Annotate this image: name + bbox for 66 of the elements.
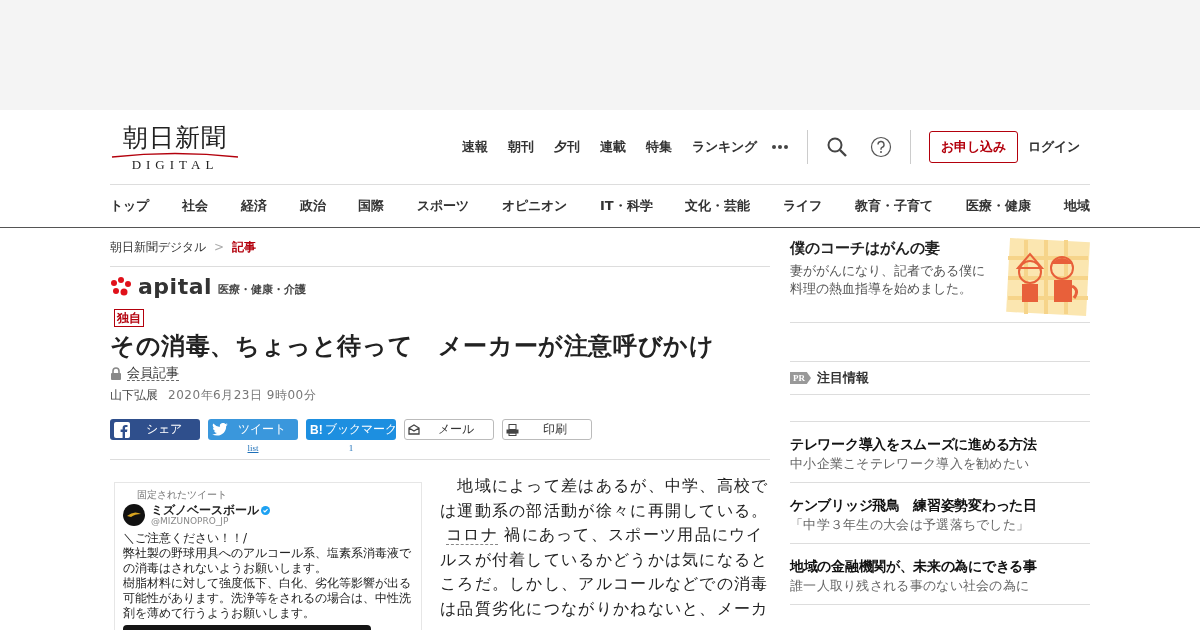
lock-icon (110, 366, 122, 380)
exclusive-badge: 独自 (114, 309, 144, 327)
pr-tag: PR (790, 372, 811, 384)
publish-date: 2020年6月23日 9時00分 (168, 386, 317, 404)
top-nav-link[interactable]: 連載 (600, 138, 626, 156)
section-logo[interactable]: apital (138, 277, 213, 297)
breadcrumb-link[interactable]: 朝日新聞デジタル (110, 238, 206, 256)
category-tab[interactable]: ライフ (783, 197, 823, 215)
pr-heading: 注目情報 (817, 369, 869, 387)
bird-icon (212, 423, 228, 436)
logo-title[interactable]: 朝日新聞 (123, 124, 227, 152)
share-count[interactable]: list (247, 443, 259, 453)
feature-description: 妻ががんになり、記者である僕に 料理の熱血指導を始めました。 (790, 262, 985, 298)
hatena-icon: B! (310, 422, 323, 437)
top-nav-link[interactable]: 夕刊 (554, 138, 580, 156)
promo-title[interactable]: 地域の金融機関が、未来の為にできる事 (790, 556, 1090, 576)
category-tab[interactable]: 医療・健康 (966, 197, 1031, 215)
section-tagline: 医療・健康・介護 (218, 281, 307, 297)
category-tab[interactable]: 社会 (181, 197, 208, 215)
member-article-link[interactable]: 会員記事 (127, 365, 179, 381)
avatar-icon (123, 504, 145, 526)
facebook-icon (114, 421, 130, 438)
share-button[interactable]: 印刷 (502, 419, 592, 440)
share-count[interactable]: 1 (348, 443, 354, 453)
promo-subtitle: 誰一人取り残される事のない社会の為に (790, 577, 1031, 595)
envelope-icon (408, 424, 420, 435)
pinned-label: 固定されたツイート (137, 489, 228, 501)
share-button[interactable]: メール (404, 419, 494, 440)
author-name: 山下弘展 (110, 386, 158, 404)
top-nav-link[interactable]: 特集 (646, 138, 672, 156)
printer-icon (506, 423, 519, 436)
help-icon[interactable] (870, 136, 892, 158)
promo-title[interactable]: ケンブリッジ飛鳥 練習姿勢変わった日 (790, 495, 1090, 515)
share-button[interactable]: シェア (110, 419, 200, 440)
category-tab[interactable]: 文化・芸能 (685, 197, 751, 215)
category-tab[interactable]: IT・科学 (599, 197, 653, 215)
breadcrumb-separator: > (214, 240, 225, 254)
tweet-text: ＼ご注意ください！！/ 弊社製の野球用具へのアルコール系、塩素系消毒液で の消毒はされないようお願いします。 樹脂材料に対して強度低下、白化、劣化等影響が出る 可能性があります。洗浄等をされるの場合は、中性洗 剤を薄めて行うようお願いします。 (123, 531, 412, 621)
category-tab[interactable]: 経済 (240, 197, 267, 215)
category-tab[interactable]: 国際 (358, 197, 385, 215)
category-tab[interactable]: オピニオン (502, 197, 568, 215)
logo-subtitle: DIGITAL (131, 158, 219, 172)
search-icon[interactable] (826, 136, 848, 158)
category-tab[interactable]: 政治 (299, 197, 326, 215)
category-tab[interactable]: トップ (110, 197, 149, 215)
feature-title[interactable]: 僕のコーチはがんの妻 (790, 238, 985, 258)
promo-title[interactable]: テレワーク導入をスムーズに進める方法 (790, 434, 1090, 454)
headline: その消毒、ちょっと待って メーカーが注意呼びかけ (110, 331, 716, 362)
more-icon[interactable] (771, 144, 789, 150)
dots-logo-icon (110, 277, 132, 297)
promo-subtitle: 中小企業こそテレワーク導入を勧めたい (790, 455, 1031, 473)
article-paragraph: 地域によって差はあるが、中学、高校で は運動系の部活動が徐々に再開している。 コロナ 禍にあって、スポーツ用品にウイ ルスが付着しているかどうかは気になると ころだ。しかし、アルコールなどでの消毒 は品質劣化につながりかねないと、メーカ (440, 475, 770, 620)
verified-icon (261, 505, 270, 515)
breadcrumb-link[interactable]: 記事 (232, 238, 257, 256)
account-name: ミズノベースボール (151, 504, 259, 516)
glossary-link[interactable]: コロナ (446, 525, 498, 545)
account-handle: @MIZUNOPRO_JP (151, 515, 229, 526)
login-link[interactable]: ログイン (1028, 138, 1080, 156)
promo-subtitle: 「中学３年生の大会は予選落ちでした」 (790, 516, 1031, 534)
category-tab[interactable]: 地域 (1063, 197, 1090, 215)
top-nav-link[interactable]: 速報 (462, 138, 488, 156)
subscribe-button[interactable]: お申し込み (929, 131, 1018, 163)
category-tab[interactable]: 教育・子育て (855, 197, 934, 215)
top-nav-link[interactable]: 朝刊 (508, 138, 534, 156)
top-nav-link[interactable]: ランキング (692, 138, 757, 156)
category-tab[interactable]: スポーツ (417, 197, 470, 215)
